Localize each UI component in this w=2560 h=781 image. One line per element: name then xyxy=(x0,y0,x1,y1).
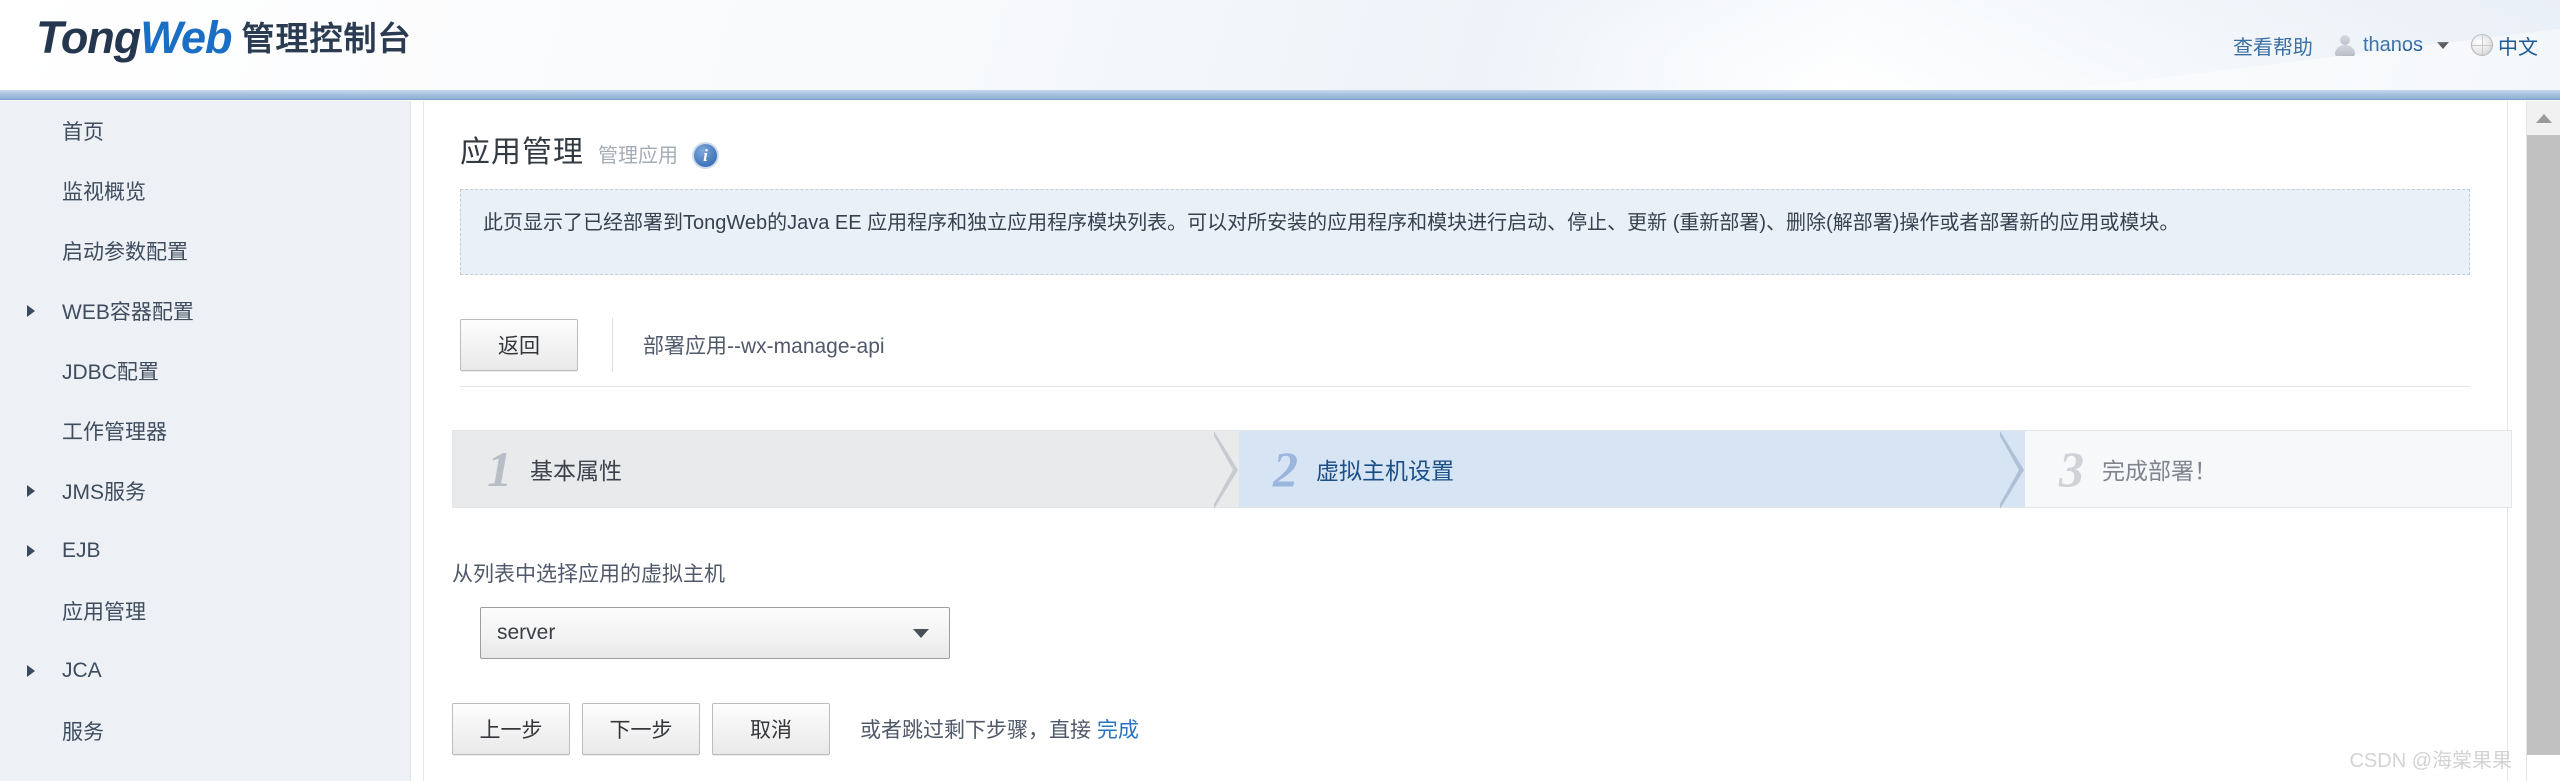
sidebar-item-home[interactable]: 首页 xyxy=(0,101,410,161)
page-description: 此页显示了已经部署到TongWeb的Java EE 应用程序和独立应用程序模块列… xyxy=(460,189,2470,275)
sidebar-item-label: EJB xyxy=(62,539,101,562)
vertical-scrollbar[interactable] xyxy=(2526,101,2560,781)
language-switcher[interactable]: 中文 xyxy=(2471,31,2538,60)
expand-arrow-icon[interactable] xyxy=(27,305,35,317)
wizard-step-number: 1 xyxy=(487,441,512,497)
sidebar-item-work-manager[interactable]: 工作管理器 xyxy=(0,401,410,461)
skip-hint: 或者跳过剩下步骤，直接 完成 xyxy=(860,714,1139,744)
wizard-step-number: 2 xyxy=(1273,441,1298,497)
divider xyxy=(612,317,613,372)
wizard-step-2[interactable]: 2 虚拟主机设置 xyxy=(1239,431,2026,509)
virtual-host-label: 从列表中选择应用的虚拟主机 xyxy=(452,563,725,586)
sidebar-item-security-services[interactable]: 安全服务 xyxy=(0,761,410,781)
sidebar-item-services[interactable]: 服务 xyxy=(0,701,410,761)
app-logo: TongWeb 管理控制台 xyxy=(36,12,411,64)
watermark: CSDN @海棠果果 xyxy=(2349,750,2512,772)
help-link[interactable]: 查看帮助 xyxy=(2233,31,2313,60)
wizard-step-label: 基本属性 xyxy=(530,458,622,484)
sidebar-item-label: 监视概览 xyxy=(62,181,146,204)
sidebar-item-jdbc[interactable]: JDBC配置 xyxy=(0,341,410,401)
sidebar-item-label: 服务 xyxy=(62,721,104,744)
sidebar-item-label: JMS服务 xyxy=(62,481,146,504)
person-icon xyxy=(2334,34,2355,56)
sidebar-item-label: 首页 xyxy=(62,121,104,144)
sidebar-item-label: 启动参数配置 xyxy=(62,241,188,264)
breadcrumb: 部署应用--wx-manage-api xyxy=(643,334,885,358)
wizard-button-row: 上一步 下一步 取消 或者跳过剩下步骤，直接 完成 xyxy=(452,703,1139,755)
user-menu[interactable]: thanos xyxy=(2334,33,2423,57)
sidebar-item-startup-params[interactable]: 启动参数配置 xyxy=(0,221,410,281)
wizard-step-number: 3 xyxy=(2059,441,2084,497)
sidebar-item-jca[interactable]: JCA xyxy=(0,641,410,701)
expand-arrow-icon[interactable] xyxy=(27,545,35,557)
expand-arrow-icon[interactable] xyxy=(27,665,35,677)
logo-suffix: 管理控制台 xyxy=(241,20,412,57)
virtual-host-select[interactable]: server xyxy=(480,607,950,659)
sidebar-item-app-management[interactable]: 应用管理 xyxy=(0,581,410,641)
scrollbar-thumb[interactable] xyxy=(2527,135,2560,755)
header-right-group: 查看帮助 thanos 中文 xyxy=(2233,0,2538,90)
step-chevron-icon xyxy=(2000,431,2026,509)
app-header: TongWeb 管理控制台 查看帮助 thanos 中文 xyxy=(0,0,2560,90)
chevron-down-icon[interactable] xyxy=(2437,41,2449,49)
cancel-button[interactable]: 取消 xyxy=(712,703,830,755)
finish-link[interactable]: 完成 xyxy=(1097,719,1139,742)
skip-hint-text: 或者跳过剩下步骤，直接 xyxy=(860,719,1097,742)
sidebar-item-label: JDBC配置 xyxy=(62,361,159,384)
deployment-wizard-steps: 1 基本属性 2 虚拟主机设置 3 完成部署！ xyxy=(452,430,2512,509)
language-label: 中文 xyxy=(2498,36,2538,59)
chevron-down-icon[interactable] xyxy=(913,628,929,638)
info-icon[interactable]: i xyxy=(692,142,719,169)
step-chevron-icon xyxy=(1214,431,1240,509)
page-title: 应用管理 xyxy=(460,136,584,169)
prev-step-button[interactable]: 上一步 xyxy=(452,703,570,755)
wizard-step-label: 完成部署！ xyxy=(2102,458,2217,484)
sidebar-item-label: 应用管理 xyxy=(62,601,146,624)
logo-tong: Tong xyxy=(36,12,141,63)
sidebar-item-label: WEB容器配置 xyxy=(62,301,194,324)
sidebar-item-ejb[interactable]: EJB xyxy=(0,521,410,581)
next-step-button[interactable]: 下一步 xyxy=(582,703,700,755)
wizard-step-3[interactable]: 3 完成部署！ xyxy=(2025,431,2511,507)
scroll-up-button[interactable] xyxy=(2527,101,2560,135)
user-name-label: thanos xyxy=(2362,33,2423,56)
wizard-step-label: 虚拟主机设置 xyxy=(1316,458,1454,484)
wizard-step-1[interactable]: 1 基本属性 xyxy=(453,431,1240,509)
sidebar-item-label: JCA xyxy=(62,659,102,682)
header-divider xyxy=(0,90,2560,100)
virtual-host-selected-value: server xyxy=(497,621,556,644)
sidebar-item-monitor-overview[interactable]: 监视概览 xyxy=(0,161,410,221)
back-button[interactable]: 返回 xyxy=(460,318,578,371)
logo-web: Web xyxy=(140,12,232,63)
sidebar-item-label: 工作管理器 xyxy=(62,421,167,444)
page-subtitle: 管理应用 xyxy=(598,145,678,167)
sidebar-item-jms[interactable]: JMS服务 xyxy=(0,461,410,521)
sidebar-item-web-container[interactable]: WEB容器配置 xyxy=(0,281,410,341)
expand-arrow-icon[interactable] xyxy=(27,485,35,497)
page-header: 应用管理 管理应用 i xyxy=(460,127,719,171)
sidebar-nav: 首页 监视概览 启动参数配置 WEB容器配置 JDBC配置 工作管理器 JMS服… xyxy=(0,101,411,781)
globe-icon xyxy=(2471,34,2493,56)
sidebar-item-label: 安全服务 xyxy=(62,776,146,781)
action-bar: 返回 部署应用--wx-manage-api xyxy=(460,303,2470,387)
chevron-up-icon xyxy=(2536,113,2552,123)
